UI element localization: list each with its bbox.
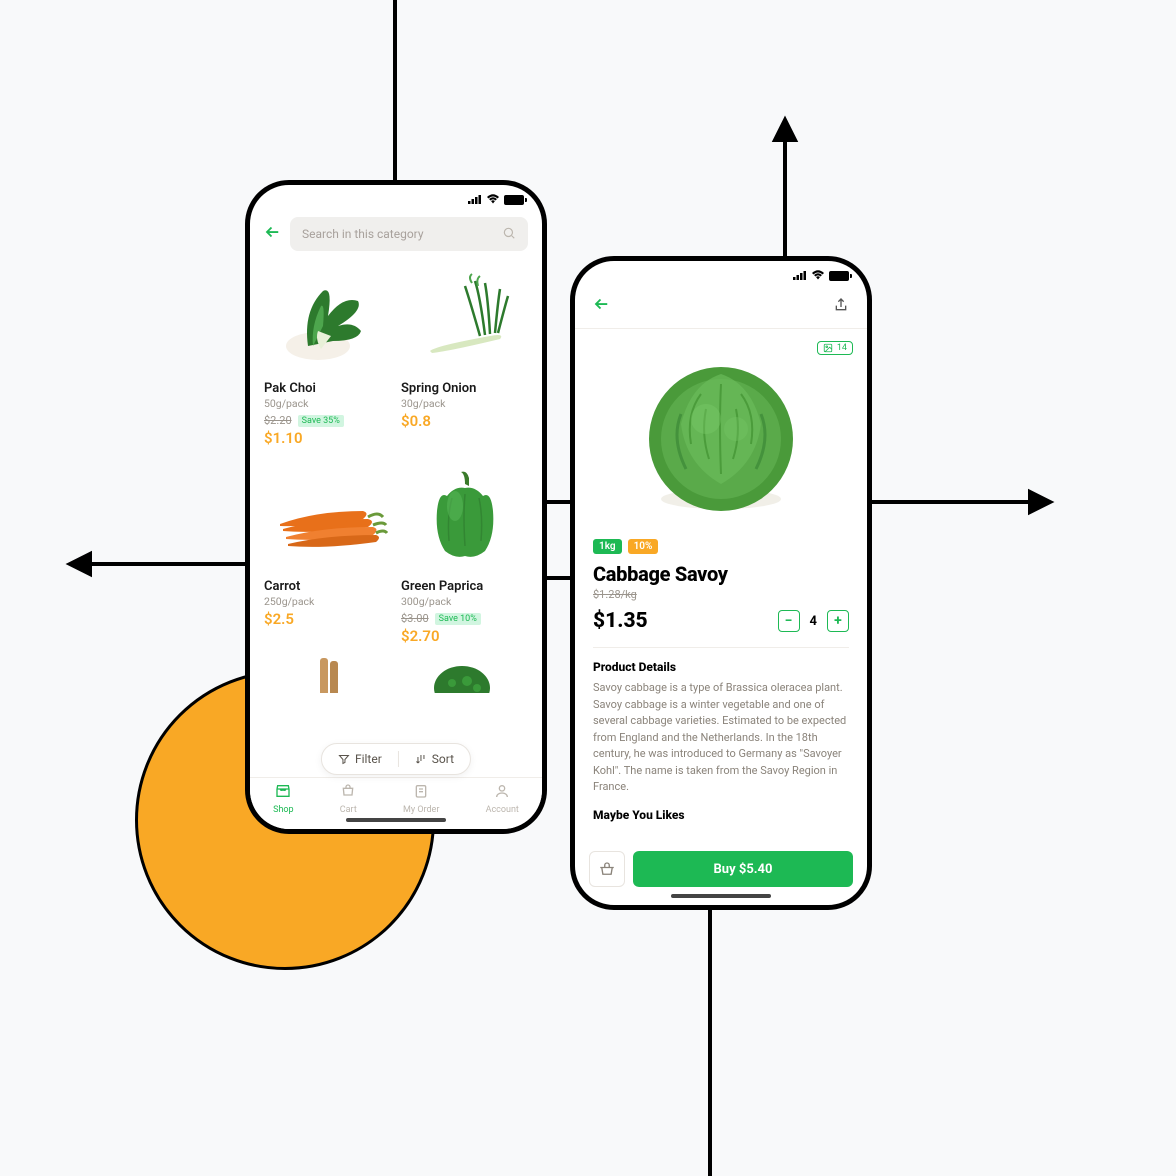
order-icon	[413, 783, 429, 803]
qty-minus-button[interactable]: −	[778, 610, 800, 632]
product-title: Cabbage Savoy	[593, 562, 849, 586]
nav-cart[interactable]: Cart	[340, 783, 357, 815]
battery-icon	[504, 195, 524, 205]
category-header: Search in this category	[250, 211, 542, 263]
product-name: Spring Onion	[401, 381, 528, 396]
section-title-details: Product Details	[593, 660, 849, 674]
basket-icon	[598, 860, 616, 878]
nav-label: Shop	[273, 805, 294, 815]
home-indicator	[346, 818, 446, 822]
product-price: $2.5	[264, 610, 391, 628]
detail-header	[575, 287, 867, 329]
back-arrow-icon[interactable]	[264, 223, 282, 246]
phone-category-screen: Search in this category Pak Choi 50g/pac…	[245, 180, 547, 834]
search-placeholder: Search in this category	[302, 227, 424, 241]
product-image	[401, 461, 528, 571]
detail-body: 1kg 10% Cabbage Savoy $1.28/kg $1.35 − 4…	[575, 539, 867, 822]
filter-label: Filter	[355, 752, 382, 766]
product-old-price: $1.28/kg	[593, 588, 849, 601]
product-unit: 30g/pack	[401, 397, 528, 410]
product-image	[264, 263, 391, 373]
image-count: 14	[837, 343, 847, 353]
nav-account[interactable]: Account	[486, 783, 519, 815]
filter-icon	[338, 753, 350, 765]
qty-plus-button[interactable]: +	[827, 610, 849, 632]
status-bar	[575, 261, 867, 287]
buy-button[interactable]: Buy $5.40	[633, 851, 853, 887]
filter-button[interactable]: Filter	[322, 752, 398, 766]
shop-icon	[275, 783, 291, 803]
product-card-green-paprica[interactable]: Green Paprica 300g/pack $3.00 Save 10% $…	[401, 461, 528, 645]
product-name: Pak Choi	[264, 381, 391, 396]
product-old-price: $3.00	[401, 612, 429, 625]
product-card-spring-onion[interactable]: Spring Onion 30g/pack $0.8	[401, 263, 528, 447]
wifi-icon	[486, 193, 500, 208]
phone-detail-screen: 14 1kg 10% Cabbage Savoy $1.28/kg $1.35 …	[570, 256, 872, 910]
product-image	[401, 263, 528, 373]
signal-icon	[468, 194, 482, 207]
status-bar	[250, 185, 542, 211]
section-title-likes: Maybe You Likes	[593, 808, 849, 822]
image-icon	[823, 343, 833, 353]
product-price: $2.70	[401, 627, 528, 645]
nav-label: Cart	[340, 805, 357, 815]
home-indicator	[671, 894, 771, 898]
cabbage-image	[631, 344, 811, 524]
product-grid-partial	[250, 653, 542, 693]
product-image-partial	[264, 653, 396, 693]
product-description: Savoy cabbage is a type of Brassica oler…	[593, 680, 849, 796]
product-unit: 300g/pack	[401, 595, 528, 608]
image-count-badge[interactable]: 14	[817, 341, 853, 355]
wifi-icon	[811, 269, 825, 284]
product-grid: Pak Choi 50g/pack $2.20 Save 35% $1.10 S…	[250, 263, 542, 645]
signal-icon	[793, 270, 807, 283]
discount-badge: 10%	[628, 539, 659, 554]
sort-icon	[415, 753, 427, 765]
product-image-partial	[396, 653, 528, 693]
buy-row: Buy $5.40	[589, 851, 853, 887]
search-icon	[502, 226, 516, 243]
add-to-cart-button[interactable]	[589, 851, 625, 887]
qty-value: 4	[810, 614, 817, 629]
product-price: $1.10	[264, 429, 391, 447]
back-arrow-icon[interactable]	[593, 295, 611, 318]
product-discount-badge: Save 10%	[435, 613, 481, 625]
product-image	[264, 461, 391, 571]
quantity-stepper: − 4 +	[778, 610, 849, 632]
detail-image-area: 14	[575, 329, 867, 539]
cart-icon	[340, 783, 356, 803]
product-unit: 250g/pack	[264, 595, 391, 608]
sort-label: Sort	[432, 752, 454, 766]
product-name: Carrot	[264, 579, 391, 594]
product-price: $0.8	[401, 412, 528, 430]
product-price: $1.35	[593, 609, 648, 633]
share-icon[interactable]	[833, 297, 849, 317]
weight-badge: 1kg	[593, 539, 622, 554]
product-name: Green Paprica	[401, 579, 528, 594]
nav-order[interactable]: My Order	[403, 783, 439, 815]
product-card-pak-choi[interactable]: Pak Choi 50g/pack $2.20 Save 35% $1.10	[264, 263, 391, 447]
filter-sort-bar: Filter Sort	[321, 743, 471, 775]
product-discount-badge: Save 35%	[298, 415, 344, 427]
product-old-price: $2.20	[264, 414, 292, 427]
account-icon	[494, 783, 510, 803]
search-input[interactable]: Search in this category	[290, 217, 528, 251]
battery-icon	[829, 271, 849, 281]
sort-button[interactable]: Sort	[399, 752, 470, 766]
product-unit: 50g/pack	[264, 397, 391, 410]
nav-label: My Order	[403, 805, 439, 815]
product-card-carrot[interactable]: Carrot 250g/pack $2.5	[264, 461, 391, 645]
badges: 1kg 10%	[593, 539, 849, 554]
nav-shop[interactable]: Shop	[273, 783, 294, 815]
nav-label: Account	[486, 805, 519, 815]
buy-label: Buy $5.40	[714, 862, 773, 877]
